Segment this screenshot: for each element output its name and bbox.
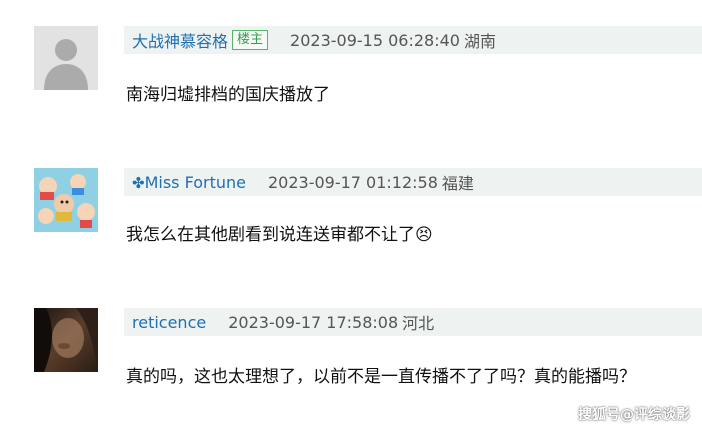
- avatar[interactable]: [34, 26, 98, 90]
- comment-text: 真的吗，这也太理想了，以前不是一直传播不了了吗？真的能播吗？: [126, 367, 636, 387]
- watermark: 搜狐号@评综谈影: [578, 407, 690, 423]
- comment-location: 福建: [441, 174, 474, 193]
- host-badge: 楼主: [232, 30, 269, 50]
- clover-icon: ✤: [132, 173, 145, 192]
- avatar[interactable]: [34, 168, 98, 232]
- comment-header: reticence 2023-09-17 17:58:08 河北: [124, 308, 702, 336]
- default-avatar-icon: [34, 26, 98, 90]
- comment-timestamp: 2023-09-17 17:58:08: [228, 312, 399, 332]
- comment-timestamp: 2023-09-17 01:12:58: [267, 172, 438, 192]
- username-link[interactable]: ✤Miss Fortune: [132, 173, 246, 192]
- photo-avatar-icon: [34, 308, 98, 372]
- comment-text: 我怎么在其他剧看到说连送审都不让了😣: [126, 225, 433, 245]
- cartoon-avatar-icon: [34, 168, 98, 232]
- comment-header: ✤Miss Fortune 2023-09-17 01:12:58 福建: [124, 168, 702, 196]
- username-link[interactable]: reticence: [132, 313, 206, 332]
- comment-location: 湖南: [463, 32, 496, 51]
- username-text: Miss Fortune: [144, 172, 246, 192]
- avatar[interactable]: [34, 308, 98, 372]
- comment-text: 南海归墟排档的国庆播放了: [126, 85, 330, 105]
- comment-header: 大战神慕容格 楼主 2023-09-15 06:28:40 湖南: [124, 26, 702, 54]
- comment-timestamp: 2023-09-15 06:28:40: [290, 30, 460, 50]
- comment-location: 河北: [402, 314, 435, 333]
- username-link[interactable]: 大战神慕容格: [132, 28, 228, 52]
